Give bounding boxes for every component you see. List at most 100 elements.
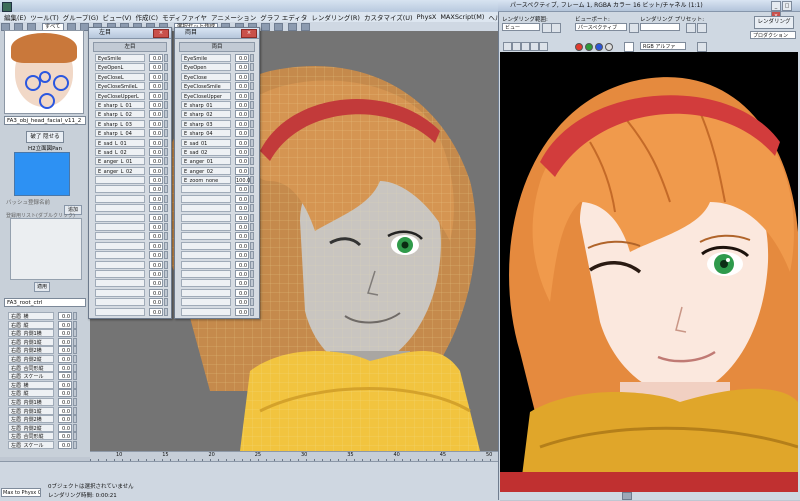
spinner-arrows-icon[interactable] [73, 372, 77, 381]
spinner-arrows-icon[interactable] [250, 157, 254, 166]
pose-apply-button[interactable]: 適用 [34, 282, 50, 292]
slider-label[interactable]: E_sad_L_01 [95, 138, 145, 147]
slider-label[interactable] [181, 185, 231, 194]
clear-image-icon[interactable] [539, 42, 548, 51]
production-dropdown[interactable]: プロダクション [750, 31, 796, 39]
red-channel-icon[interactable] [575, 43, 583, 51]
menu-item[interactable]: グループ(G) [63, 12, 99, 22]
spinner-arrows-icon[interactable] [164, 307, 168, 316]
slider-label[interactable]: E_sad_L_02 [95, 147, 145, 156]
menu-item[interactable]: カスタマイズ(U) [364, 12, 413, 22]
slider-label[interactable] [95, 260, 145, 269]
slider-label[interactable]: 右眉_横 [8, 312, 54, 320]
slider-value-field[interactable]: 0.0 [235, 279, 249, 288]
slider-value-field[interactable]: 0.0 [58, 406, 72, 415]
spinner-arrows-icon[interactable] [73, 406, 77, 415]
spinner-arrows-icon[interactable] [250, 288, 254, 297]
slider-value-field[interactable]: 0.0 [58, 329, 72, 338]
spinner-arrows-icon[interactable] [73, 380, 77, 389]
spinner-arrows-icon[interactable] [164, 288, 168, 297]
spinner-arrows-icon[interactable] [250, 176, 254, 185]
spinner-arrows-icon[interactable] [73, 346, 77, 355]
slider-label[interactable] [181, 204, 231, 213]
slider-label[interactable]: E_anger_L_02 [95, 166, 145, 175]
spinner-arrows-icon[interactable] [250, 298, 254, 307]
scroll-handle[interactable] [622, 492, 632, 500]
slider-value-field[interactable]: 0.0 [235, 288, 249, 297]
slider-label[interactable]: 右眉_内側1横 [8, 329, 54, 338]
spinner-arrows-icon[interactable] [164, 269, 168, 278]
slider-value-field[interactable]: 0.0 [58, 372, 72, 381]
slider-label[interactable] [95, 176, 145, 185]
menu-item[interactable]: ビュー(V) [102, 12, 131, 22]
slider-value-field[interactable]: 0.0 [149, 288, 163, 297]
slider-label[interactable] [181, 213, 231, 222]
slider-value-field[interactable]: 0.0 [149, 157, 163, 166]
slider-label[interactable]: EyeCloseUpperL [95, 91, 145, 100]
slider-value-field[interactable]: 0.0 [149, 72, 163, 81]
spinner-arrows-icon[interactable] [164, 54, 168, 62]
slider-label[interactable]: E_sharp_L_01 [95, 100, 145, 109]
slider-value-field[interactable]: 0.0 [149, 185, 163, 194]
object-dropdown[interactable]: FA3_obj_head_facial_v11_2 [4, 116, 86, 125]
spinner-arrows-icon[interactable] [164, 100, 168, 109]
max-logo-icon[interactable] [2, 2, 12, 12]
green-channel-icon[interactable] [585, 43, 593, 51]
menu-item[interactable]: モディファイヤ [162, 12, 207, 22]
slider-value-field[interactable]: 0.0 [235, 63, 249, 72]
spinner-arrows-icon[interactable] [164, 213, 168, 222]
spinner-arrows-icon[interactable] [164, 194, 168, 203]
slider-value-field[interactable]: 0.0 [149, 204, 163, 213]
spinner-arrows-icon[interactable] [250, 91, 254, 100]
spinner-arrows-icon[interactable] [73, 363, 77, 372]
slider-label[interactable]: 右眉_合同形縦 [8, 363, 54, 372]
slider-value-field[interactable]: 0.0 [235, 72, 249, 81]
spinner-arrows-icon[interactable] [250, 82, 254, 91]
slider-label[interactable]: EyeOpen [181, 63, 231, 72]
slider-label[interactable]: EyeClose [181, 72, 231, 81]
slider-value-field[interactable]: 0.0 [58, 441, 72, 449]
slider-label[interactable]: E_anger_02 [181, 166, 231, 175]
spinner-arrows-icon[interactable] [164, 147, 168, 156]
spinner-arrows-icon[interactable] [73, 337, 77, 346]
slider-label[interactable]: E_sad_02 [181, 147, 231, 156]
slider-value-field[interactable]: 0.0 [235, 129, 249, 138]
slider-value-field[interactable]: 0.0 [235, 54, 249, 62]
spinner-arrows-icon[interactable] [164, 251, 168, 260]
spinner-arrows-icon[interactable] [73, 432, 77, 441]
slider-label[interactable]: E_sharp_02 [181, 110, 231, 119]
spinner-arrows-icon[interactable] [164, 72, 168, 81]
minimize-icon[interactable]: _ [771, 1, 781, 11]
spinner-arrows-icon[interactable] [250, 129, 254, 138]
slider-value-field[interactable]: 0.0 [235, 157, 249, 166]
slider-label[interactable]: E_anger_L_01 [95, 157, 145, 166]
material-editor-icon[interactable] [274, 23, 284, 31]
slider-value-field[interactable]: 0.0 [149, 147, 163, 156]
spinner-arrows-icon[interactable] [164, 241, 168, 250]
slider-label[interactable]: 右眉_内側1縦 [8, 337, 54, 346]
menu-item[interactable]: グラフ エディタ [260, 12, 307, 22]
slider-label[interactable] [95, 288, 145, 297]
slider-label[interactable]: E_sad_01 [181, 138, 231, 147]
slider-label[interactable] [95, 194, 145, 203]
menu-item[interactable]: MAXScript(M) [440, 13, 484, 21]
auto-region-icon[interactable] [551, 23, 561, 33]
slider-value-field[interactable]: 0.0 [58, 363, 72, 372]
slider-label[interactable] [181, 298, 231, 307]
slider-value-field[interactable]: 0.0 [149, 213, 163, 222]
slider-value-field[interactable]: 0.0 [149, 54, 163, 62]
slider-value-field[interactable]: 0.0 [58, 389, 72, 398]
slider-label[interactable] [181, 232, 231, 241]
spinner-arrows-icon[interactable] [164, 138, 168, 147]
spinner-arrows-icon[interactable] [250, 147, 254, 156]
slider-label[interactable] [181, 223, 231, 232]
spinner-arrows-icon[interactable] [73, 320, 77, 329]
slider-value-field[interactable]: 0.0 [235, 241, 249, 250]
slider-label[interactable]: 左眉_内側1縦 [8, 406, 54, 415]
spinner-arrows-icon[interactable] [250, 194, 254, 203]
slider-value-field[interactable]: 0.0 [235, 251, 249, 260]
slider-value-field[interactable]: 0.0 [149, 307, 163, 316]
spinner-arrows-icon[interactable] [250, 213, 254, 222]
slider-value-field[interactable]: 0.0 [235, 91, 249, 100]
slider-value-field[interactable]: 0.0 [149, 91, 163, 100]
